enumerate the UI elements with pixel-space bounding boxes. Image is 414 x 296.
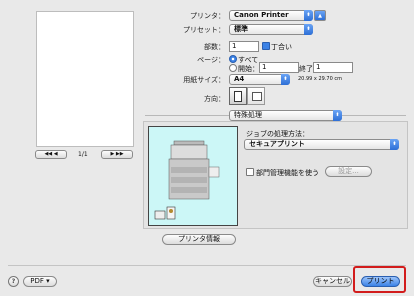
orientation-label: 方向： xyxy=(204,95,225,103)
printer-label: プリンタ： xyxy=(190,12,225,20)
paper-size-dimensions: 20.99 x 29.70 cm xyxy=(298,76,342,82)
prev-page-button[interactable]: ◀◀ ◀ xyxy=(35,150,67,159)
pages-to-field[interactable]: 1 xyxy=(313,62,353,73)
preset-value: 標準 xyxy=(234,25,248,33)
print-button[interactable]: プリント xyxy=(361,276,400,287)
department-id-label: 部門管理機能を使う xyxy=(256,169,319,177)
landscape-button[interactable] xyxy=(247,87,265,105)
secure-print-icon xyxy=(154,206,176,220)
paper-size-label: 用紙サイズ： xyxy=(183,76,225,84)
job-processing-label: ジョブの処理方法： xyxy=(246,130,309,138)
job-processing-value: セキュアプリント xyxy=(249,140,305,148)
department-id-checkbox[interactable] xyxy=(246,168,254,176)
bottom-divider xyxy=(8,265,406,266)
preset-label: プリセット： xyxy=(183,26,225,34)
pages-from-field[interactable]: 1 xyxy=(259,62,299,73)
printer-image xyxy=(148,126,238,226)
copies-label: 部数： xyxy=(204,43,225,51)
pages-from-label: 開始： xyxy=(238,65,259,73)
panel-popup-value: 特殊処理 xyxy=(234,111,262,119)
pages-range-radio[interactable] xyxy=(229,64,237,72)
portrait-person-icon xyxy=(234,91,242,102)
page-indicator: 1/1 xyxy=(78,151,88,158)
pages-label: ページ： xyxy=(197,56,225,64)
settings-button[interactable]: 設定... xyxy=(325,166,372,177)
paper-size-value: A4 xyxy=(234,75,245,83)
copier-machine-icon xyxy=(168,140,220,200)
landscape-person-icon xyxy=(252,92,262,101)
printer-popup[interactable]: Canon Printer ⬍ xyxy=(229,10,313,21)
popup-arrows-icon: ⬍ xyxy=(304,24,313,35)
popup-arrows-icon: ⬍ xyxy=(304,10,313,21)
next-page-button[interactable]: ▶ ▶▶ xyxy=(101,150,133,159)
cancel-button[interactable]: キャンセル xyxy=(313,276,352,287)
printer-expand-button[interactable]: ▲ xyxy=(314,10,326,21)
panel-popup[interactable]: 特殊処理 ⬍ xyxy=(229,110,342,121)
collate-label: 丁合い xyxy=(271,43,292,51)
popup-arrows-icon: ⬍ xyxy=(333,110,342,121)
pages-all-radio[interactable] xyxy=(229,55,237,63)
printer-info-button[interactable]: プリンタ情報 xyxy=(162,234,236,245)
help-button[interactable]: ? xyxy=(8,276,19,287)
triangle-up-icon: ▲ xyxy=(318,13,322,19)
paper-size-popup[interactable]: A4 ⬍ xyxy=(229,74,290,85)
job-processing-popup[interactable]: セキュアプリント ⬍ xyxy=(244,139,399,150)
page-preview xyxy=(36,11,134,147)
pdf-button[interactable]: PDF ▾ xyxy=(23,276,57,287)
popup-arrows-icon: ⬍ xyxy=(281,74,290,85)
printer-value: Canon Printer xyxy=(234,11,289,19)
question-mark-icon: ? xyxy=(11,278,16,285)
portrait-button[interactable] xyxy=(229,87,247,105)
popup-arrows-icon: ⬍ xyxy=(390,139,399,150)
preset-popup[interactable]: 標準 ⬍ xyxy=(229,24,313,35)
collate-checkbox[interactable] xyxy=(262,42,270,50)
copies-field[interactable]: 1 xyxy=(229,41,259,52)
